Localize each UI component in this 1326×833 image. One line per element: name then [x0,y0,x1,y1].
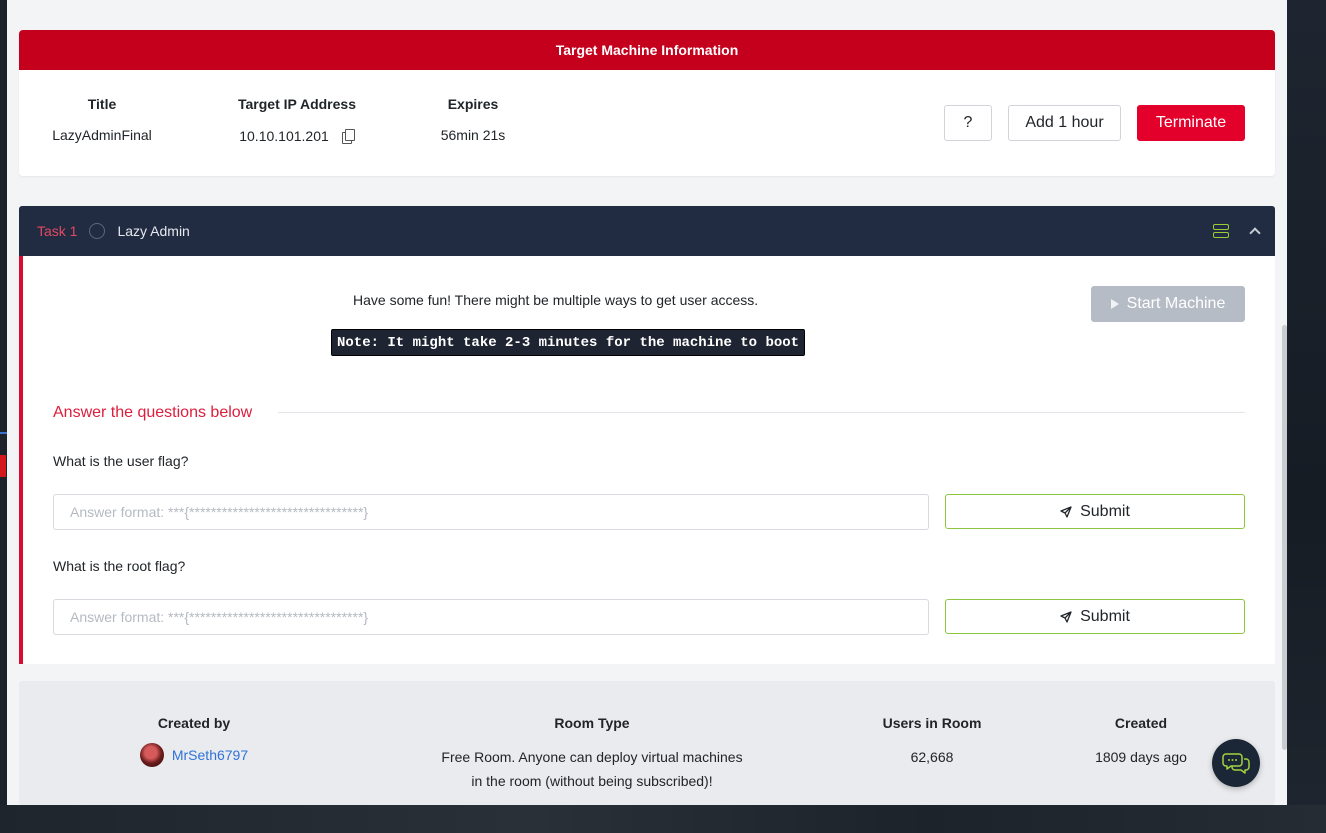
task-note: Note: It might take 2-3 minutes for the … [331,329,806,356]
avatar[interactable] [139,743,164,767]
created-label: Created [1114,715,1168,731]
target-ip-label: Target IP Address [237,96,356,112]
room-type-value: Free Room. Anyone can deploy virtual mac… [422,745,762,793]
room-page: Target Machine Information Title LazyAdm… [7,0,1287,805]
background-left-line [0,432,7,434]
created-by-label: Created by [157,715,231,731]
machine-title-column: Title LazyAdminFinal [29,96,175,143]
user-flag-input[interactable] [53,494,929,530]
users-value: 62,668 [910,749,954,765]
chat-icon [1222,753,1250,774]
task-header-actions [1213,224,1261,239]
question-root-flag: What is the root flag? [53,558,186,574]
task-body: Have some fun! There might be multiple w… [19,256,1275,664]
task-header[interactable]: Task 1 Lazy Admin [19,206,1275,256]
start-machine-button[interactable]: Start Machine [1091,286,1245,322]
copy-icon[interactable] [341,129,355,144]
server-icon[interactable] [1213,224,1229,238]
users-label: Users in Room [882,715,982,731]
machine-title-label: Title [87,96,117,112]
room-type-line-2: in the room (without being subscribed)! [471,773,713,789]
created-by-column: Created by MrSeth6797 [119,715,269,770]
users-column: Users in Room 62,668 [862,715,1002,769]
target-machine-card: Target Machine Information Title LazyAdm… [19,30,1275,176]
submit-root-flag-button[interactable]: Submit [945,599,1245,634]
play-icon [1110,299,1119,309]
send-icon [1060,505,1072,518]
answer-divider [278,412,1245,413]
creator-link[interactable]: MrSeth6797 [172,743,248,767]
chevron-up-icon[interactable] [1249,227,1261,239]
room-type-line-1: Free Room. Anyone can deploy virtual mac… [441,749,743,765]
chat-button[interactable] [1212,739,1260,787]
answer-heading: Answer the questions below [53,404,253,421]
room-info-panel: Created by MrSeth6797 Room Type Free Roo… [19,681,1275,805]
root-flag-input[interactable] [53,599,929,635]
room-type-column: Room Type Free Room. Anyone can deploy v… [422,715,762,793]
task-title: Lazy Admin [117,223,190,239]
help-button[interactable]: ? [944,105,992,141]
target-ip-value: 10.10.101.201 [239,128,329,144]
task-status-circle-icon [89,223,106,239]
send-icon [1060,610,1072,623]
machine-title-value: LazyAdminFinal [52,127,152,143]
submit-user-flag-button[interactable]: Submit [945,494,1245,529]
created-value: 1809 days ago [1095,749,1187,765]
expires-label: Expires [447,96,499,112]
submit-label: Submit [1080,607,1130,625]
background-left-mark [0,455,6,477]
terminate-button[interactable]: Terminate [1137,105,1245,141]
submit-label: Submit [1080,502,1130,520]
add-hour-button[interactable]: Add 1 hour [1008,105,1121,141]
expires-column: Expires 56min 21s [399,96,547,143]
page-scrollbar[interactable] [1282,325,1287,750]
room-type-label: Room Type [554,715,630,731]
target-ip-column: Target IP Address 10.10.101.201 [224,96,370,146]
target-ip-row: 10.10.101.201 [239,128,355,144]
target-machine-header: Target Machine Information [19,30,1275,70]
background-desktop-right [1287,0,1326,833]
created-column: Created 1809 days ago [1071,715,1211,769]
background-desktop-bottom [0,805,1326,833]
task-description: Have some fun! There might be multiple w… [353,292,759,308]
question-user-flag: What is the user flag? [53,453,189,469]
creator: MrSeth6797 [139,743,248,767]
start-machine-label: Start Machine [1126,295,1226,312]
expires-value: 56min 21s [440,127,506,143]
task-number: Task 1 [37,223,78,239]
